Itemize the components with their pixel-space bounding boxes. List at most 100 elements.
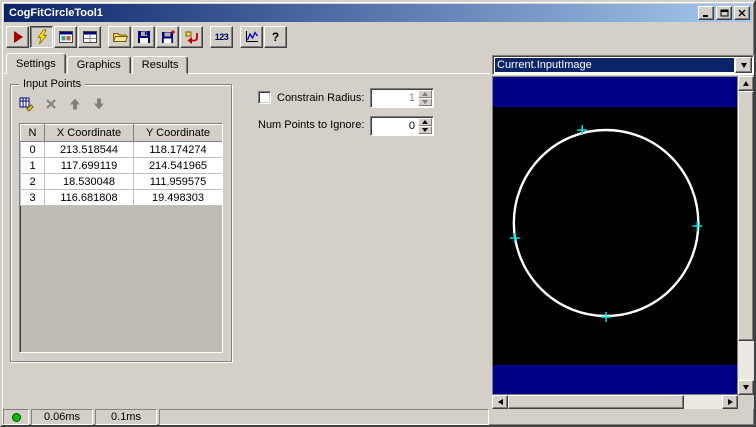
- num-points-to-ignore-spinner: [370, 116, 434, 136]
- table-cell[interactable]: 3: [20, 189, 45, 206]
- delete-point-button[interactable]: [41, 95, 61, 113]
- table-cell[interactable]: 117.699119: [44, 157, 134, 174]
- table-row[interactable]: 2 18.530048 111.959575: [20, 173, 222, 190]
- add-point-icon: [19, 97, 34, 112]
- move-up-icon: [70, 98, 80, 110]
- input-points-group: Input Points N X Coordinate Y Coordinate…: [10, 78, 232, 362]
- table-cell[interactable]: 18.530048: [44, 173, 134, 190]
- constrain-radius-spinner: [370, 88, 434, 108]
- help-button[interactable]: ?: [264, 26, 287, 48]
- table-cell[interactable]: 19.498303: [133, 189, 222, 206]
- status-time-2: 0.1ms: [95, 409, 157, 425]
- run-icon: [13, 31, 23, 43]
- spin-down-button[interactable]: [418, 126, 432, 134]
- table-row[interactable]: 0 213.518544 118.174274: [20, 141, 222, 158]
- chart-button[interactable]: [240, 26, 263, 48]
- numbers-button[interactable]: 123: [210, 26, 233, 48]
- image-select-combo[interactable]: Current.InputImage: [492, 55, 754, 75]
- save-button[interactable]: [132, 26, 155, 48]
- constrain-radius-checkbox[interactable]: [258, 91, 271, 104]
- table-cell[interactable]: 111.959575: [133, 173, 222, 190]
- status-time-1: 0.06ms: [31, 409, 93, 425]
- scroll-left-button[interactable]: [492, 395, 508, 409]
- save-image-button[interactable]: [156, 26, 179, 48]
- input-points-table: N X Coordinate Y Coordinate 0 213.518544 1…: [20, 124, 222, 206]
- floppy-icon: [137, 31, 150, 43]
- spin-down-button[interactable]: [418, 98, 432, 106]
- chart-icon: [245, 31, 258, 42]
- spin-up-button[interactable]: [418, 118, 432, 126]
- constrain-radius-input[interactable]: [372, 90, 417, 106]
- table-header-row: N X Coordinate Y Coordinate: [20, 124, 222, 142]
- tab-graphics[interactable]: Graphics: [66, 56, 131, 74]
- spin-down-icon: [422, 100, 428, 104]
- scroll-up-button[interactable]: [738, 76, 754, 91]
- constrain-radius-spin-buttons: [418, 90, 432, 106]
- table-cell[interactable]: 214.541965: [133, 157, 222, 174]
- arrow-down-icon: [743, 385, 749, 390]
- red-return-arrow-icon: [185, 31, 198, 44]
- column-header-n[interactable]: N: [20, 124, 45, 142]
- image-display-area[interactable]: [492, 76, 738, 395]
- title-buttons: [698, 6, 750, 20]
- table-cell[interactable]: 118.174274: [133, 141, 222, 158]
- scrollbar-corner: [738, 395, 754, 409]
- close-icon: [738, 9, 746, 17]
- scroll-down-button[interactable]: [738, 380, 754, 395]
- input-image-display[interactable]: [493, 77, 737, 394]
- maximize-button[interactable]: [716, 6, 732, 20]
- image-select-dropdown-button[interactable]: [735, 57, 752, 73]
- input-points-table-body: 0 213.518544 118.174274 1 117.699119 214.5419…: [20, 141, 222, 206]
- minimize-button[interactable]: [698, 6, 714, 20]
- horizontal-scroll-thumb[interactable]: [508, 395, 684, 409]
- move-down-button[interactable]: [89, 95, 109, 113]
- scroll-right-button[interactable]: [722, 395, 738, 409]
- open-button[interactable]: [108, 26, 131, 48]
- status-led-panel: [3, 409, 29, 425]
- input-points-group-label: Input Points: [19, 78, 86, 90]
- vertical-scroll-thumb[interactable]: [738, 91, 754, 341]
- table-cell[interactable]: 213.518544: [44, 141, 134, 158]
- table-cell[interactable]: 1: [20, 157, 45, 174]
- table-cell[interactable]: 2: [20, 173, 45, 190]
- tool-window: CogFitCircleTool1 123 ? Settings Graphic…: [0, 0, 756, 427]
- num-points-spin-buttons: [418, 118, 432, 134]
- input-points-grid[interactable]: N X Coordinate Y Coordinate 0 213.518544 1…: [19, 123, 223, 353]
- spin-down-icon: [422, 128, 428, 132]
- status-message-panel: [159, 409, 489, 425]
- image-horizontal-scrollbar[interactable]: [492, 395, 738, 409]
- column-header-y[interactable]: Y Coordinate: [133, 124, 222, 142]
- tab-settings[interactable]: Settings: [6, 53, 66, 74]
- show-image-grid-button[interactable]: [78, 26, 101, 48]
- spin-up-button[interactable]: [418, 90, 432, 98]
- close-button[interactable]: [734, 6, 750, 20]
- table-cell[interactable]: 0: [20, 141, 45, 158]
- move-down-icon: [94, 98, 104, 110]
- num-points-to-ignore-input[interactable]: [372, 118, 417, 134]
- image-select-value[interactable]: Current.InputImage: [495, 58, 734, 72]
- num-points-to-ignore-label: Num Points to Ignore:: [258, 119, 365, 131]
- image-vertical-scrollbar[interactable]: [738, 76, 754, 395]
- add-point-button[interactable]: [17, 95, 37, 113]
- input-points-toolbar: [17, 95, 109, 113]
- maximize-icon: [720, 9, 728, 17]
- column-header-x[interactable]: X Coordinate: [44, 124, 134, 142]
- numbers-icon: 123: [214, 32, 229, 42]
- electric-run-button[interactable]: [30, 26, 53, 48]
- image-window-icon: [58, 31, 73, 43]
- table-row[interactable]: 1 117.699119 214.541965: [20, 157, 222, 174]
- title-bar[interactable]: CogFitCircleTool1: [4, 4, 752, 22]
- table-row[interactable]: 3 116.681808 19.498303: [20, 189, 222, 206]
- tab-results[interactable]: Results: [131, 56, 189, 74]
- reset-button[interactable]: [180, 26, 203, 48]
- lightning-icon: [36, 29, 47, 45]
- chevron-down-icon: [740, 62, 747, 68]
- show-image-button[interactable]: [54, 26, 77, 48]
- arrow-up-icon: [743, 81, 749, 86]
- table-cell[interactable]: 116.681808: [44, 189, 134, 206]
- minimize-icon: [703, 15, 708, 17]
- status-led: [11, 412, 21, 422]
- run-button[interactable]: [6, 26, 29, 48]
- move-up-button[interactable]: [65, 95, 85, 113]
- tab-strip: Settings Graphics Results: [6, 53, 189, 74]
